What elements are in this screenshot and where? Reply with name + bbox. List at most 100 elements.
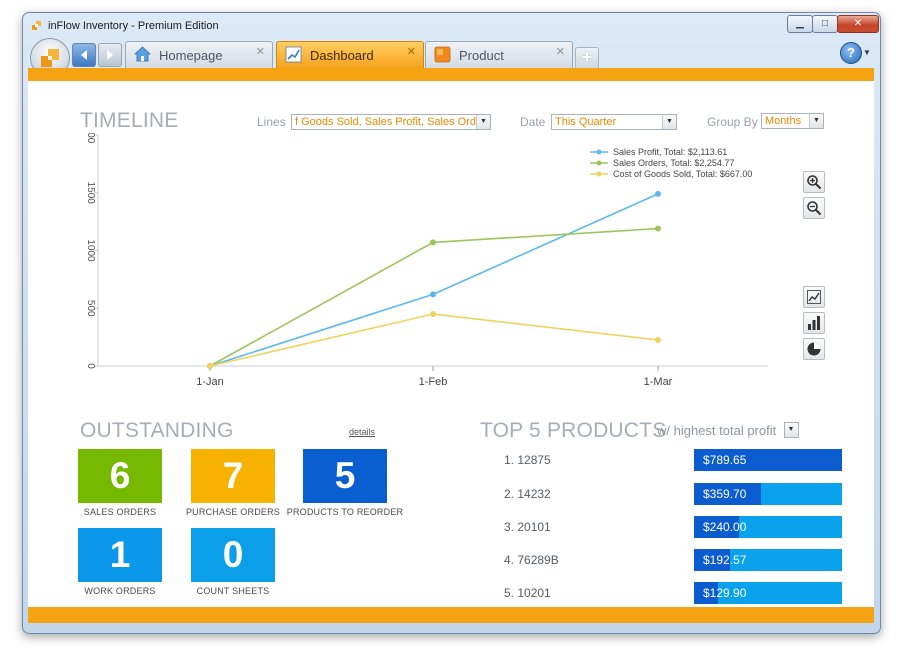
tab-label: Product: [459, 48, 504, 63]
chevron-down-icon[interactable]: ▼: [476, 115, 490, 129]
purchase-orders-label: PURCHASE ORDERS: [185, 507, 280, 517]
house-icon: [134, 46, 151, 62]
sales-orders-label: SALES ORDERS: [83, 507, 157, 517]
group-by-label: Group By: [707, 115, 758, 129]
maximize-button[interactable]: □: [812, 15, 838, 33]
data-point: [430, 239, 436, 246]
chevron-down-icon[interactable]: ▼: [809, 114, 823, 128]
bar-chart-button[interactable]: [803, 312, 825, 334]
date-select-value: This Quarter: [555, 116, 617, 128]
date-label: Date: [520, 115, 546, 129]
app-window: inFlow Inventory - Premium Edition ▁ □ ✕…: [22, 12, 881, 634]
zoom-out-button[interactable]: [803, 197, 825, 219]
outstanding-title: OUTSTANDING: [80, 419, 234, 442]
app-logo-icon: [32, 21, 41, 30]
top-products-title: TOP 5 PRODUCTS: [480, 419, 667, 442]
series-line: [209, 313, 659, 367]
y-tick-label: 1500: [85, 182, 96, 205]
bar-chart-icon: [808, 316, 820, 330]
product-profit-bar[interactable]: $129.90: [694, 582, 842, 604]
footer-strip: [28, 607, 874, 623]
legend-swatch-point: [596, 149, 602, 155]
title-bar[interactable]: inFlow Inventory - Premium Edition ▁ □ ✕: [23, 13, 880, 39]
chevron-down-icon[interactable]: ▼: [863, 48, 871, 57]
criteria-select[interactable]: ▼: [784, 422, 799, 438]
product-name: 3. 20101: [504, 520, 551, 534]
top-products-criteria: w/ highest total profit: [657, 423, 777, 438]
data-point: [655, 190, 661, 197]
close-window-button[interactable]: ✕: [837, 15, 879, 33]
dashboard-content: TIMELINE Lines f Goods Sold, Sales Profi…: [28, 81, 874, 607]
product-profit-value: $192.57: [703, 553, 747, 567]
arrow-left-icon: [81, 50, 87, 60]
data-point: [655, 225, 661, 232]
group-by-select-value: Months: [765, 115, 802, 127]
x-tick-label: 1-Mar: [644, 376, 673, 388]
zoom-in-icon: [807, 175, 822, 190]
product-profit-value: $240.00: [703, 520, 747, 534]
work-orders-tile[interactable]: 1: [78, 528, 162, 582]
back-button[interactable]: [72, 43, 96, 67]
count-sheets-tile[interactable]: 0: [191, 528, 275, 582]
product-name: 4. 76289B: [504, 553, 559, 567]
product-name: 5. 10201: [504, 586, 551, 600]
y-tick-label: 000: [85, 133, 96, 144]
product-profit-bar[interactable]: $192.57: [694, 549, 842, 571]
series-line: [209, 227, 659, 367]
new-tab-button[interactable]: +: [575, 47, 599, 68]
zoom-out-icon: [807, 201, 822, 216]
header-strip: [28, 68, 874, 81]
product-profit-value: $129.90: [703, 586, 747, 600]
product-profit-bar[interactable]: $359.70: [694, 483, 842, 505]
minimize-button[interactable]: ▁: [787, 15, 813, 33]
x-tick-label: 1-Jan: [196, 376, 224, 388]
data-point: [207, 363, 213, 369]
lines-select[interactable]: f Goods Sold, Sales Profit, Sales Orders…: [291, 114, 491, 130]
close-tab-icon[interactable]: ✕: [256, 45, 265, 58]
product-name: 2. 14232: [504, 487, 551, 501]
data-point: [430, 291, 436, 298]
legend-entry: Sales Orders, Total: $2,254.77: [613, 158, 734, 168]
chevron-down-icon[interactable]: ▼: [662, 115, 676, 129]
timeline-chart: 0 500 1000 1500 000 1-Jan 1-Feb 1-Mar Sales Prof…: [85, 133, 768, 388]
product-profit-bar[interactable]: $789.65: [694, 449, 842, 471]
legend-swatch-point: [596, 160, 602, 166]
products-to-reorder-tile[interactable]: 5: [303, 449, 387, 503]
details-link[interactable]: details: [349, 427, 375, 437]
product-profit-bar[interactable]: $240.00: [694, 516, 842, 538]
y-tick-label: 500: [85, 300, 96, 317]
y-tick-label: 0: [85, 363, 96, 369]
tab-label: Homepage: [159, 48, 223, 63]
forward-button[interactable]: [98, 43, 122, 67]
close-tab-icon[interactable]: ✕: [407, 45, 416, 58]
chart-pencil-icon: [285, 46, 302, 63]
series-line: [209, 193, 659, 367]
pie-chart-button[interactable]: [803, 338, 825, 360]
data-point: [430, 311, 436, 318]
line-chart-button[interactable]: [803, 286, 825, 308]
purchase-orders-tile[interactable]: 7: [191, 449, 275, 503]
tab-product[interactable]: Product ✕: [425, 41, 573, 68]
tab-dashboard[interactable]: Dashboard ✕: [276, 41, 424, 68]
line-chart-icon: [807, 290, 821, 304]
app-logo-icon: [41, 49, 59, 67]
pie-chart-icon: [807, 342, 821, 356]
window-title: inFlow Inventory - Premium Edition: [48, 20, 219, 32]
work-orders-label: WORK ORDERS: [84, 586, 156, 596]
legend-swatch-point: [596, 171, 602, 177]
products-to-reorder-label: PRODUCTS TO REORDER: [286, 507, 404, 517]
product-profit-value: $789.65: [703, 453, 747, 467]
tab-label: Dashboard: [310, 48, 374, 63]
close-tab-icon[interactable]: ✕: [556, 45, 565, 58]
lines-select-value: f Goods Sold, Sales Profit, Sales Orders: [295, 116, 491, 128]
group-by-select[interactable]: Months ▼: [761, 113, 824, 129]
arrow-right-icon: [107, 50, 113, 60]
product-box-icon: [434, 46, 451, 63]
zoom-in-button[interactable]: [803, 171, 825, 193]
help-button[interactable]: ?: [840, 42, 862, 64]
sales-orders-tile[interactable]: 6: [78, 449, 162, 503]
tab-homepage[interactable]: Homepage ✕: [125, 41, 273, 68]
date-select[interactable]: This Quarter ▼: [551, 114, 677, 130]
x-tick-label: 1-Feb: [419, 376, 448, 388]
chevron-down-icon[interactable]: ▼: [785, 423, 798, 437]
